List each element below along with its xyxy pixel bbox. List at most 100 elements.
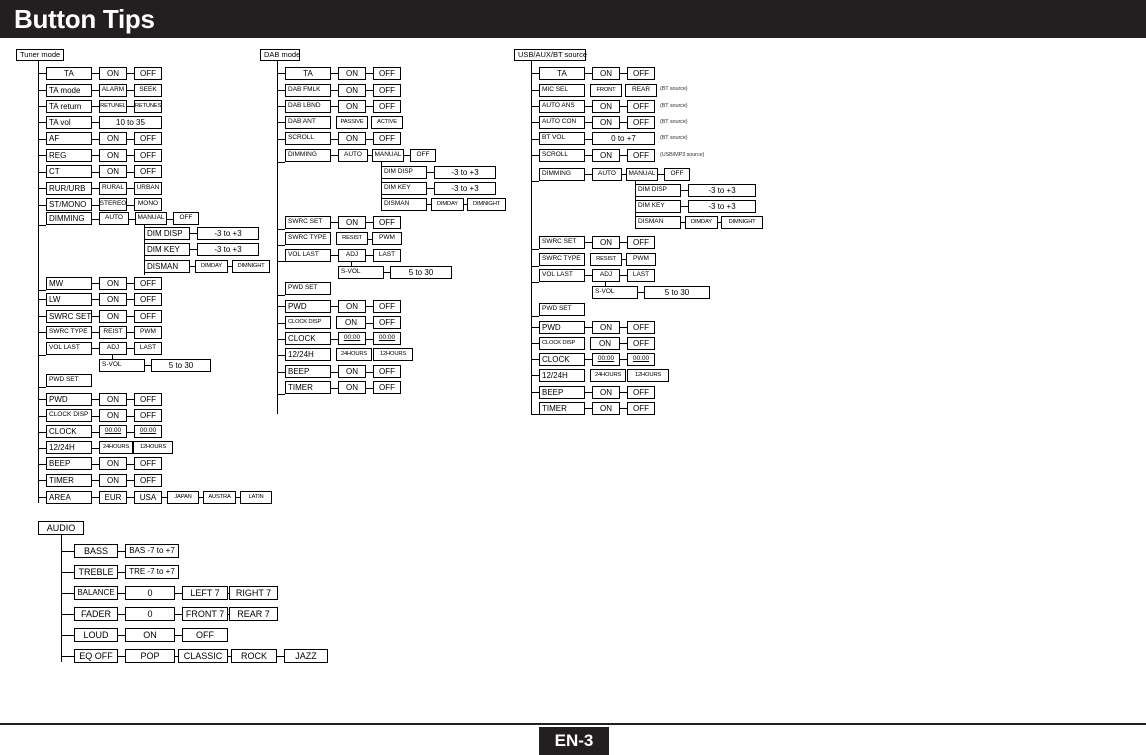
dab-row-1-label[interactable]: DAB FMLK [285,84,331,97]
tuner-row-19-label[interactable]: PWD SET [46,374,92,387]
tuner-row-26-value-0[interactable]: EUR [99,491,127,504]
usb-row-20-value-0[interactable]: ON [592,402,620,415]
usb-row-7-value-0[interactable]: -3 to +3 [688,184,756,197]
tuner-row-10-label[interactable]: DIM DISP [144,227,190,240]
tuner-row-8-label[interactable]: ST/MONO [46,198,92,211]
usb-row-5-value-0[interactable]: ON [592,149,620,162]
tuner-row-20-label[interactable]: PWD [46,393,92,406]
audio-row-3-value-0[interactable]: 0 [125,607,175,621]
audio-row-4-value-0[interactable]: ON [125,628,175,642]
audio-row-0-value-0[interactable]: BAS -7 to +7 [125,544,179,558]
tuner-row-3-value-0[interactable]: 10 to 35 [99,116,162,129]
usb-row-2-label[interactable]: AUTO ANS [539,100,585,113]
tuner-row-22-value-1[interactable]: 00:00 [134,425,162,438]
tuner-row-15-label[interactable]: SWRC SET [46,310,92,323]
usb-row-1-label[interactable]: MIC SEL [539,84,585,97]
tuner-row-20-value-1[interactable]: OFF [134,393,162,406]
tuner-row-13-label[interactable]: MW [46,277,92,290]
tuner-row-26-value-4[interactable]: LATIN [240,491,272,504]
dab-row-1-value-0[interactable]: ON [338,84,366,97]
tuner-row-18-label[interactable]: S-VOL [99,359,145,372]
tuner-row-24-value-1[interactable]: OFF [134,457,162,470]
usb-row-19-label[interactable]: BEEP [539,386,585,399]
usb-row-14-label[interactable]: PWD SET [539,303,585,316]
dab-row-11-value-0[interactable]: ADJ [338,249,366,262]
tuner-row-2-label[interactable]: TA return [46,100,92,113]
usb-row-0-value-1[interactable]: OFF [627,67,655,80]
tuner-row-5-value-0[interactable]: ON [99,149,127,162]
usb-row-13-label[interactable]: S-VOL [592,286,638,299]
tuner-row-24-label[interactable]: BEEP [46,457,92,470]
dab-row-16-value-0[interactable]: 00:00 [338,332,366,345]
tuner-row-25-label[interactable]: TIMER [46,474,92,487]
tuner-row-8-value-1[interactable]: MONO [134,198,162,211]
usb-row-10-value-0[interactable]: ON [592,236,620,249]
dab-row-3-value-0[interactable]: PASSIVE [336,116,368,129]
tuner-row-21-value-1[interactable]: OFF [134,409,162,422]
audio-row-5-value-1[interactable]: CLASSIC [178,649,228,663]
dab-row-3-value-1[interactable]: ACTIVE [371,116,403,129]
audio-row-3-label[interactable]: FADER [74,607,118,621]
dab-row-3-label[interactable]: DAB ANT [285,116,331,129]
dab-row-7-value-0[interactable]: -3 to +3 [434,182,496,195]
tuner-row-23-value-0[interactable]: 24HOURS [99,441,133,454]
dab-row-14-label[interactable]: PWD [285,300,331,313]
usb-row-12-label[interactable]: VOL LAST [539,269,585,282]
usb-row-10-value-1[interactable]: OFF [627,236,655,249]
tuner-row-26-value-3[interactable]: AUSTRA [203,491,236,504]
tuner-row-1-value-1[interactable]: SEEK [134,84,162,97]
usb-row-17-value-0[interactable]: 00:00 [592,353,620,366]
usb-row-12-value-0[interactable]: ADJ [592,269,620,282]
dab-row-0-value-0[interactable]: ON [338,67,366,80]
dab-row-17-label[interactable]: 12/24H [285,348,331,361]
audio-row-4-label[interactable]: LOUD [74,628,118,642]
tuner-row-8-value-0[interactable]: STEREO [99,198,127,211]
usb-row-11-label[interactable]: SWRC TYPE [539,253,585,266]
tuner-row-11-label[interactable]: DIM KEY [144,243,190,256]
dab-row-19-value-1[interactable]: OFF [373,381,401,394]
tuner-row-15-value-1[interactable]: OFF [134,310,162,323]
tuner-row-14-value-1[interactable]: OFF [134,293,162,306]
usb-row-5-value-1[interactable]: OFF [627,149,655,162]
tuner-row-26-value-2[interactable]: JAPAN [167,491,199,504]
dab-row-11-label[interactable]: VOL LAST [285,249,331,262]
tuner-row-21-value-0[interactable]: ON [99,409,127,422]
dab-row-15-value-0[interactable]: ON [336,316,366,329]
dab-row-5-label[interactable]: DIMMING [285,149,331,162]
audio-row-5-label[interactable]: EQ OFF [74,649,118,663]
audio-row-2-label[interactable]: BALANCE [74,586,118,600]
usb-row-6-value-1[interactable]: MANUAL [626,168,658,181]
dab-row-2-label[interactable]: DAB LBND [285,100,331,113]
dab-row-0-value-1[interactable]: OFF [373,67,401,80]
tuner-row-22-value-0[interactable]: 00:00 [99,425,127,438]
tuner-row-9-value-0[interactable]: AUTO [99,212,129,225]
audio-row-2-value-2[interactable]: RIGHT 7 [229,586,278,600]
dab-row-15-label[interactable]: CLOCK DISP [285,316,331,329]
dab-row-17-value-0[interactable]: 24HOURS [336,348,372,361]
tuner-row-26-label[interactable]: AREA [46,491,92,504]
dab-row-6-value-0[interactable]: -3 to +3 [434,166,496,179]
usb-row-16-value-1[interactable]: OFF [627,337,655,350]
usb-row-0-label[interactable]: TA [539,67,585,80]
usb-row-9-label[interactable]: DISMAN [635,216,681,229]
dab-row-7-label[interactable]: DIM KEY [381,182,427,195]
tuner-row-6-label[interactable]: CT [46,165,92,178]
tuner-row-4-value-0[interactable]: ON [99,132,127,145]
tuner-row-1-value-0[interactable]: ALARM [99,84,127,97]
dab-row-8-value-0[interactable]: DIMDAY [431,198,464,211]
usb-row-8-value-0[interactable]: -3 to +3 [688,200,756,213]
usb-row-15-value-0[interactable]: ON [592,321,620,334]
tuner-row-23-value-1[interactable]: 12HOURS [133,441,173,454]
usb-row-15-value-1[interactable]: OFF [627,321,655,334]
tuner-row-12-value-1[interactable]: DIMNIGHT [232,260,270,273]
usb-row-19-value-1[interactable]: OFF [627,386,655,399]
dab-row-18-value-0[interactable]: ON [338,365,366,378]
audio-row-0-label[interactable]: BASS [74,544,118,558]
audio-row-3-value-2[interactable]: REAR 7 [229,607,278,621]
tuner-row-2-value-0[interactable]: RETUNEL [99,100,127,113]
tuner-row-13-value-1[interactable]: OFF [134,277,162,290]
tuner-row-25-value-1[interactable]: OFF [134,474,162,487]
dab-row-5-value-0[interactable]: AUTO [338,149,368,162]
usb-row-15-label[interactable]: PWD [539,321,585,334]
usb-row-17-value-1[interactable]: 00:00 [627,353,655,366]
